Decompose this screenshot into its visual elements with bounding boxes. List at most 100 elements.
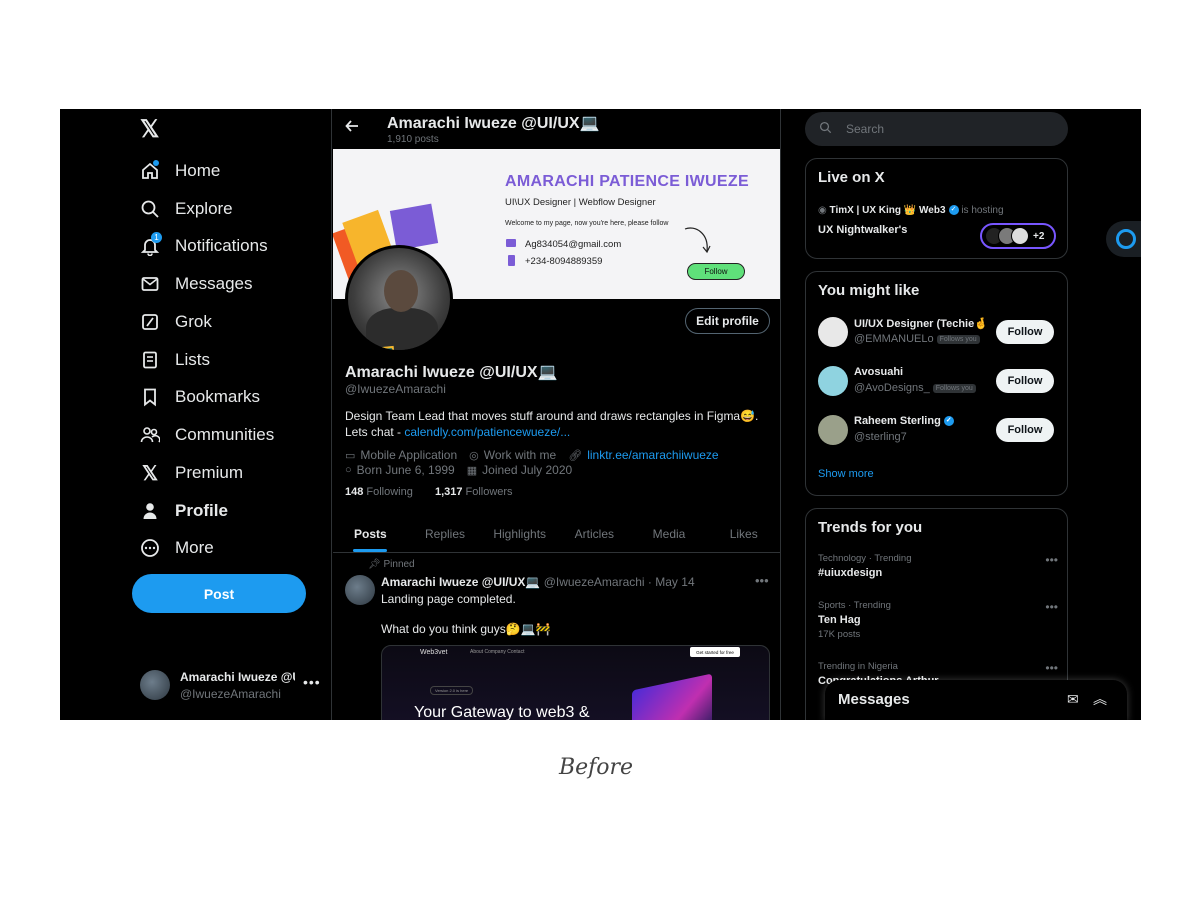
media-headline: Your Gateway to web3 &	[414, 704, 590, 720]
more-horizontal-icon[interactable]: •••	[755, 573, 769, 588]
profile-header-bar: Amarachi Iwueze @UI/UX💻 1,910 posts	[333, 109, 780, 148]
trend-item[interactable]: Technology · Trending #uiuxdesign •••	[818, 553, 1058, 579]
follow-button[interactable]: Follow	[996, 418, 1054, 442]
sidebar-item-label: Grok	[175, 312, 212, 331]
profile-bio: Design Team Lead that moves stuff around…	[345, 408, 770, 440]
live-listeners-pill[interactable]: +2	[980, 223, 1056, 249]
account-switcher[interactable]: Amarachi Iwueze @UI/UX💻 @IwuezeAmarachi …	[140, 666, 325, 704]
sidebar-item-label: Home	[175, 161, 221, 180]
back-arrow-icon[interactable]	[345, 119, 359, 138]
avatar	[818, 317, 848, 347]
sidebar-item-profile[interactable]: Profile	[140, 497, 228, 525]
sidebar-item-premium[interactable]: 𝕏 Premium	[140, 459, 243, 487]
live-space-title[interactable]: UX Nightwalker's	[818, 224, 907, 236]
right-sidebar: Live on X ◉ TimX | UX King 👑 Web3✓ is ho…	[805, 109, 1141, 720]
follow-stats: 148 Following 1,317 Followers	[345, 486, 513, 498]
bio-link[interactable]: calendly.com/patiencewueze/...	[404, 425, 570, 439]
tab-likes[interactable]: Likes	[706, 515, 780, 552]
suggested-user[interactable]: UI/UX Designer (Techie🤞 @EMMANUELo Follow…	[818, 315, 1058, 351]
tweet-media-image[interactable]: Web3vet About Company Contact Get starte…	[381, 645, 770, 720]
verified-badge-icon: ✓	[943, 416, 954, 427]
more-horizontal-icon[interactable]: •••	[1045, 661, 1058, 675]
account-handle: @IwuezeAmarachi	[180, 687, 281, 701]
profile-website-link[interactable]: linktr.ee/amarachiiwueze	[587, 448, 718, 462]
user-name: Avosuahi	[854, 366, 904, 378]
profile-avatar[interactable]	[345, 245, 453, 353]
more-horizontal-icon[interactable]: •••	[1045, 600, 1058, 614]
more-horizontal-icon[interactable]: •••	[303, 674, 321, 690]
media-pill: Version 2.0 is here	[430, 686, 474, 695]
sidebar-item-label: Bookmarks	[175, 387, 261, 406]
sidebar-item-grok[interactable]: Grok	[140, 308, 212, 336]
banner-role: UI\UX Designer | Webflow Designer	[505, 197, 656, 208]
live-card: Live on X ◉ TimX | UX King 👑 Web3 ✓ is ho…	[805, 158, 1068, 259]
following-link[interactable]: 148 Following	[345, 486, 413, 498]
sidebar-item-more[interactable]: More	[140, 534, 214, 562]
tab-media[interactable]: Media	[632, 515, 707, 552]
new-message-icon[interactable]: ✉︎	[1067, 691, 1079, 708]
more-circle-icon	[140, 538, 160, 558]
who-to-follow-card: You might like UI/UX Designer (Techie🤞 @…	[805, 271, 1068, 496]
post-button[interactable]: Post	[132, 574, 306, 613]
sidebar-item-lists[interactable]: Lists	[140, 346, 210, 374]
more-horizontal-icon[interactable]: •••	[1045, 553, 1058, 567]
user-handle: @AvoDesigns_ Follows you	[854, 382, 976, 394]
calendar-icon: ▦	[466, 464, 478, 477]
trend-item[interactable]: Sports · Trending Ten Hag 17K posts •••	[818, 600, 1058, 640]
tweet-date[interactable]: May 14	[655, 575, 694, 589]
browser-extension-icon[interactable]	[1106, 221, 1141, 257]
profile-name: Amarachi Iwueze @UI/UX💻	[345, 364, 558, 381]
x-logo-icon: 𝕏	[141, 462, 159, 485]
host-avatar-icon: ◉	[818, 205, 827, 216]
follow-button[interactable]: Follow	[996, 320, 1054, 344]
banner-follow-graphic: Follow	[687, 263, 745, 280]
sidebar-item-messages[interactable]: Messages	[140, 270, 252, 298]
user-handle: @EMMANUELo Follows you	[854, 333, 980, 345]
sidebar-item-bookmarks[interactable]: Bookmarks	[140, 383, 260, 411]
messages-drawer[interactable]: Messages ✉︎ ︽	[825, 680, 1127, 720]
search-input[interactable]	[846, 122, 1046, 136]
profile-meta-row-1: ▭ Mobile Application ◎ Work with me 🔗︎ link…	[345, 448, 731, 462]
user-name: UI/UX Designer (Techie🤞	[854, 318, 988, 330]
bell-icon: 1	[140, 232, 162, 256]
profile-joined: Joined July 2020	[482, 463, 573, 477]
sidebar-nav: 𝕏 Home Explore 1 Notifications Messages …	[60, 109, 332, 720]
search-bar[interactable]	[805, 112, 1068, 146]
banner-decoration	[389, 203, 439, 251]
sidebar-item-label: More	[175, 538, 214, 557]
envelope-icon	[140, 274, 160, 294]
x-logo-icon[interactable]: 𝕏	[140, 118, 162, 142]
edit-profile-button[interactable]: Edit profile	[685, 308, 770, 334]
posts-count: 1,910 posts	[387, 134, 439, 145]
grok-icon	[140, 312, 160, 332]
tab-replies[interactable]: Replies	[408, 515, 483, 552]
tweet-header: Amarachi Iwueze @UI/UX💻 @IwuezeAmarachi …	[381, 575, 695, 589]
sidebar-item-label: Messages	[175, 274, 253, 293]
followers-link[interactable]: 1,317 Followers	[435, 486, 513, 498]
tweet-text: What do you think guys🤔💻🚧	[381, 622, 551, 636]
avatar	[818, 366, 848, 396]
profile-category: Mobile Application	[360, 448, 458, 462]
briefcase-icon: ▭	[345, 449, 356, 462]
tab-articles[interactable]: Articles	[557, 515, 632, 552]
tab-highlights[interactable]: Highlights	[482, 515, 557, 552]
sidebar-item-explore[interactable]: Explore	[140, 195, 233, 223]
show-more-link[interactable]: Show more	[818, 468, 874, 480]
sidebar-item-communities[interactable]: Communities	[140, 421, 274, 449]
suggested-user[interactable]: Raheem Sterling ✓ @sterling7 Follow	[818, 413, 1058, 449]
people-icon	[140, 425, 160, 445]
suggested-user[interactable]: Avosuahi @AvoDesigns_ Follows you Follow	[818, 364, 1058, 400]
tweet-author[interactable]: Amarachi Iwueze @UI/UX💻	[381, 575, 540, 589]
sidebar-item-label: Premium	[175, 463, 244, 482]
mail-icon	[506, 239, 516, 247]
tweet-handle: @IwuezeAmarachi	[543, 575, 645, 589]
avatar[interactable]	[345, 575, 375, 605]
sidebar-item-home[interactable]: Home	[140, 157, 220, 185]
profile-handle: @IwuezeAmarachi	[345, 382, 446, 396]
messages-drawer-title: Messages	[838, 691, 910, 708]
follow-button[interactable]: Follow	[996, 369, 1054, 393]
home-icon	[140, 160, 160, 181]
sidebar-item-notifications[interactable]: 1 Notifications	[140, 232, 268, 260]
tab-posts[interactable]: Posts	[333, 515, 408, 552]
expand-chevron-icon[interactable]: ︽	[1093, 689, 1107, 709]
